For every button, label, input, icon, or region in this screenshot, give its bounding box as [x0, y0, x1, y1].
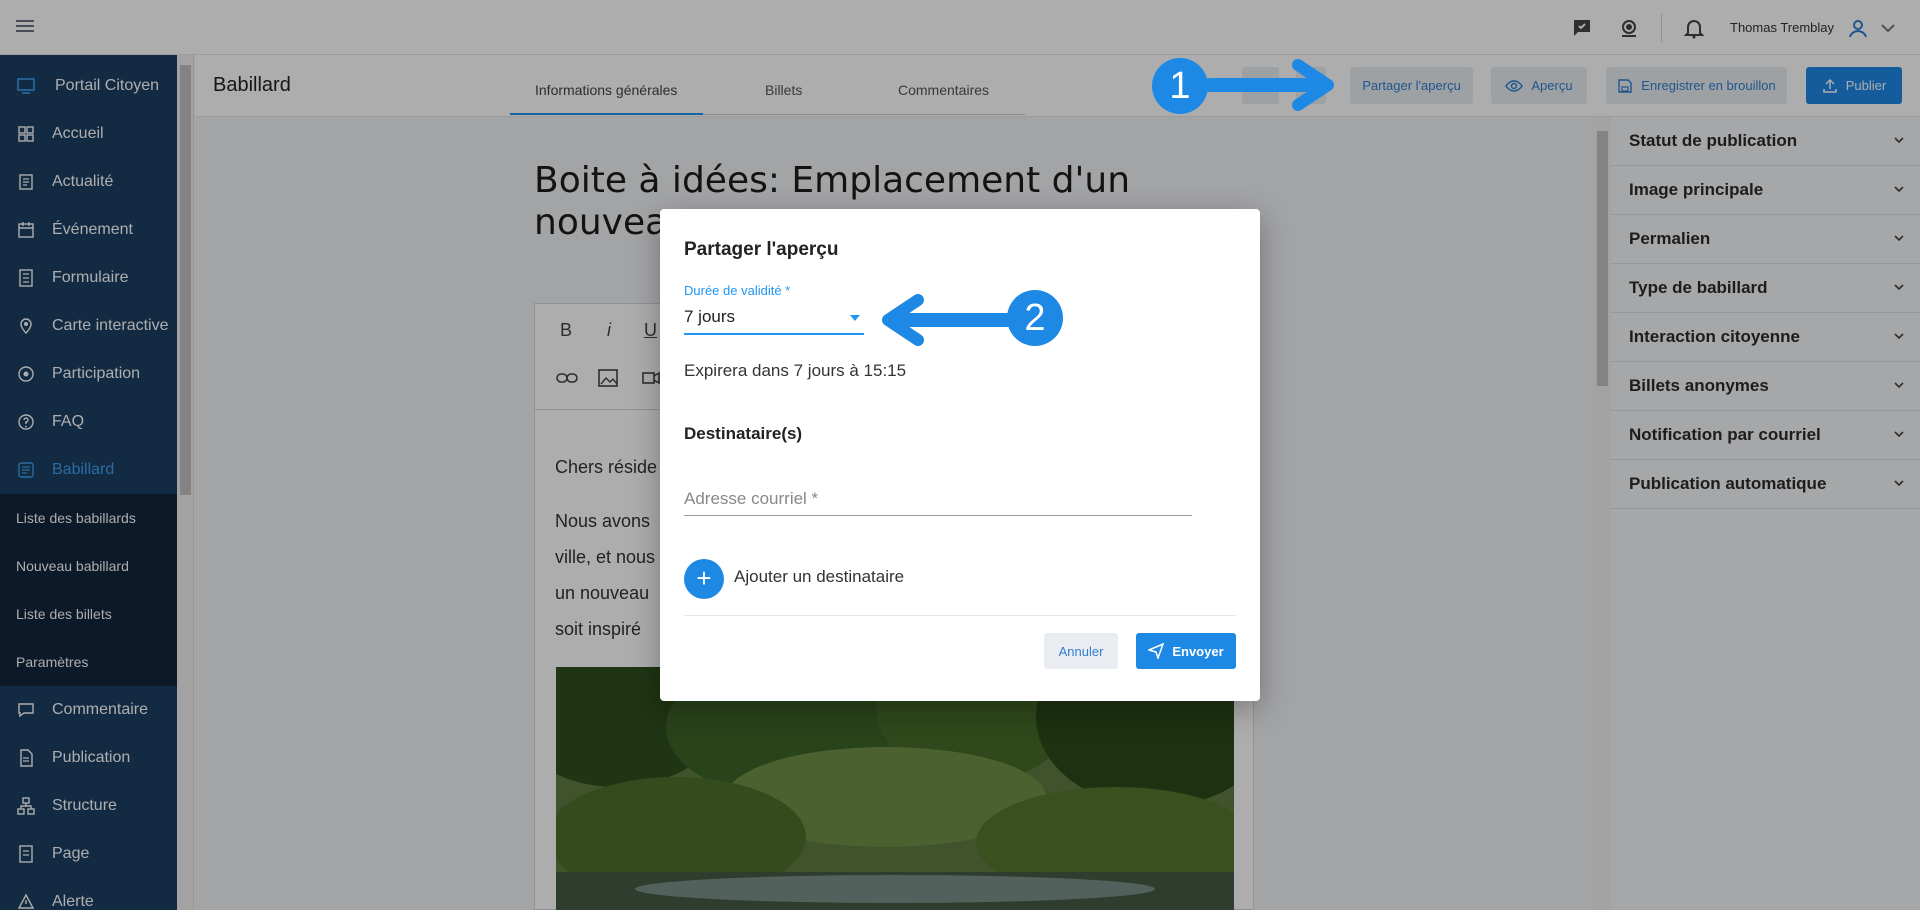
dropdown-caret-icon[interactable]: [850, 315, 860, 321]
dialog-divider: [684, 615, 1236, 616]
callout-2: 2: [1007, 290, 1063, 346]
cancel-button[interactable]: Annuler: [1044, 633, 1118, 669]
send-icon: [1148, 643, 1165, 659]
dialog-title: Partager l'aperçu: [684, 239, 839, 260]
share-preview-dialog: Partager l'aperçu Durée de validité * 7 …: [660, 209, 1260, 701]
add-recipient-label[interactable]: Ajouter un destinataire: [734, 567, 904, 587]
recipients-heading: Destinataire(s): [684, 424, 803, 443]
select-underline: [684, 333, 864, 335]
send-button[interactable]: Envoyer: [1136, 633, 1236, 669]
validity-label: Durée de validité *: [684, 283, 791, 298]
validity-select[interactable]: 7 jours: [684, 307, 735, 327]
email-underline: [684, 515, 1192, 516]
expiration-text: Expirera dans 7 jours à 15:15: [684, 361, 907, 380]
add-recipient-button[interactable]: +: [684, 559, 724, 599]
callout-1: 1: [1152, 58, 1208, 114]
callout-arrow-1: [1203, 59, 1334, 111]
callout-arrow-2: [882, 294, 1017, 346]
send-label: Envoyer: [1172, 643, 1224, 659]
email-input[interactable]: Adresse courriel *: [684, 489, 818, 509]
